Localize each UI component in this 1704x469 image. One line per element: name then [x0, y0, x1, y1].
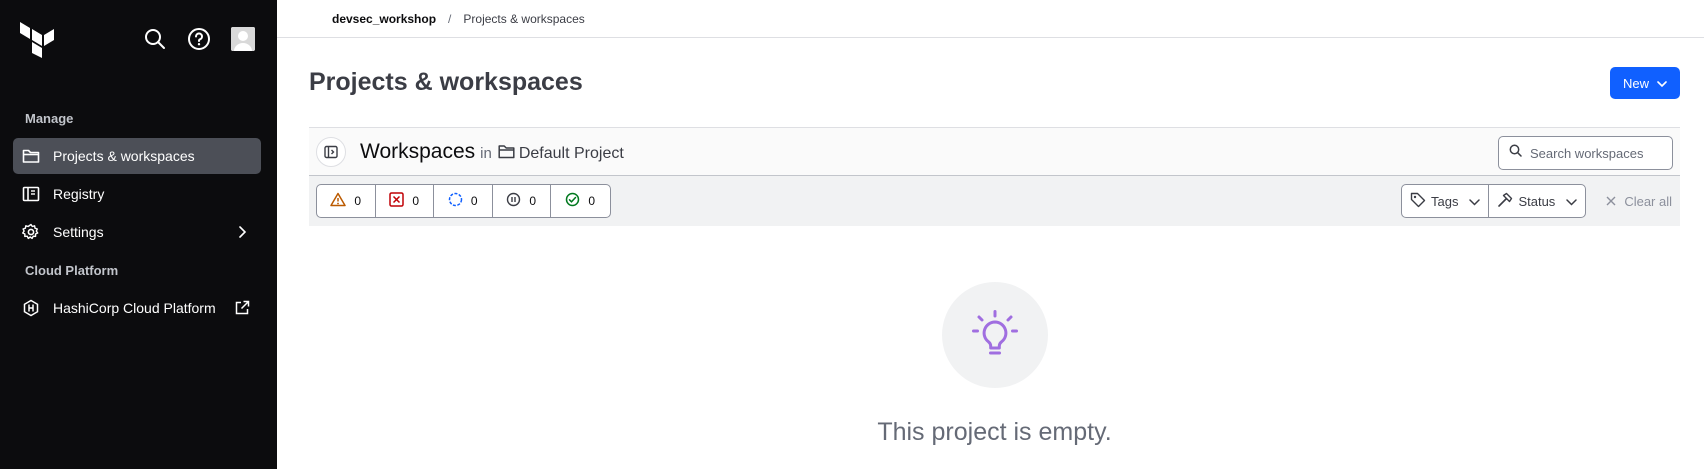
sidebar-item-registry[interactable]: Registry	[13, 176, 261, 212]
filter-bar: 0 0 0 0 0 Tags Status Clear all	[309, 176, 1680, 226]
hcp-icon	[21, 298, 41, 318]
new-button[interactable]: New	[1610, 67, 1680, 99]
tags-filter-label: Tags	[1430, 193, 1459, 209]
empty-state: This project is empty.	[277, 282, 1704, 447]
status-filter-warning[interactable]: 0	[317, 185, 376, 217]
status-filter-label: Status	[1518, 193, 1556, 209]
sidebar-item-label: Settings	[53, 224, 104, 240]
chevron-down-icon	[1469, 194, 1481, 209]
sidebar: Manage Projects & workspaces Registry Se…	[0, 0, 277, 469]
external-link-icon	[233, 299, 251, 317]
status-filter-group: 0 0 0 0 0	[316, 184, 611, 218]
status-count: 0	[588, 194, 596, 208]
sidebar-item-settings[interactable]: Settings	[13, 214, 261, 250]
registry-icon	[21, 184, 41, 204]
project-name: Default Project	[518, 144, 624, 162]
breadcrumb-org-link[interactable]: devsec_workshop	[332, 12, 436, 26]
running-icon	[448, 192, 463, 210]
chevron-right-icon	[233, 223, 251, 241]
main-content: devsec_workshop / Projects & workspaces …	[277, 0, 1704, 469]
status-filter-success[interactable]: 0	[551, 185, 610, 217]
sidebar-item-label: HashiCorp Cloud Platform	[53, 300, 216, 316]
workspaces-title: Workspaces	[360, 139, 476, 163]
folder-icon	[498, 144, 515, 164]
new-button-label: New	[1622, 75, 1649, 91]
tags-filter-dropdown[interactable]: Tags	[1402, 185, 1488, 217]
breadcrumb-separator: /	[448, 11, 452, 26]
status-filter-errored[interactable]: 0	[376, 185, 434, 217]
sidebar-item-hcp[interactable]: HashiCorp Cloud Platform	[13, 290, 261, 326]
error-icon	[389, 192, 405, 210]
help-icon[interactable]	[186, 26, 212, 52]
search-workspaces-field[interactable]	[1498, 136, 1673, 170]
tag-icon	[1410, 192, 1426, 211]
search-workspaces-input[interactable]	[1530, 145, 1670, 161]
user-avatar[interactable]	[230, 26, 256, 52]
status-filter-dropdown[interactable]: Status	[1488, 185, 1585, 217]
search-icon	[1509, 144, 1522, 162]
sidebar-item-label: Registry	[53, 186, 105, 202]
status-filter-running[interactable]: 0	[434, 185, 493, 217]
empty-state-message: This project is empty.	[877, 418, 1112, 446]
workspaces-header: Workspaces in Default Project	[309, 127, 1680, 176]
lightbulb-icon	[941, 282, 1048, 388]
sidebar-item-label: Projects & workspaces	[53, 148, 195, 164]
check-circle-icon	[565, 192, 580, 210]
project-link[interactable]: Default Project	[498, 144, 624, 164]
breadcrumb-current-page: Projects & workspaces	[463, 11, 585, 26]
page-title: Projects & workspaces	[309, 68, 583, 96]
status-count: 0	[529, 194, 537, 208]
sidebar-collapse-icon[interactable]	[316, 136, 346, 167]
folder-icon	[21, 146, 41, 166]
sidebar-item-projects-workspaces[interactable]: Projects & workspaces	[13, 138, 261, 174]
close-icon	[1606, 194, 1616, 209]
cloud-platform-section-label: Cloud Platform	[25, 263, 119, 278]
chevron-down-icon	[1657, 76, 1667, 91]
status-filter-paused[interactable]: 0	[493, 185, 551, 217]
clear-all-label: Clear all	[1624, 193, 1672, 209]
dropdown-filter-group: Tags Status	[1400, 184, 1587, 218]
manage-section-label: Manage	[25, 111, 74, 126]
search-icon[interactable]	[142, 26, 168, 52]
warning-icon	[330, 192, 347, 210]
breadcrumb: devsec_workshop / Projects & workspaces	[277, 0, 1704, 38]
terraform-logo-icon[interactable]	[20, 22, 54, 58]
status-count: 0	[412, 194, 420, 208]
clear-all-button[interactable]: Clear all	[1606, 194, 1672, 209]
pause-icon	[506, 192, 521, 210]
status-count: 0	[354, 194, 362, 208]
hammer-icon	[1497, 192, 1513, 211]
status-count: 0	[470, 194, 478, 208]
gear-icon	[21, 222, 41, 242]
chevron-down-icon	[1566, 194, 1578, 209]
workspaces-in-label: in	[480, 145, 492, 162]
